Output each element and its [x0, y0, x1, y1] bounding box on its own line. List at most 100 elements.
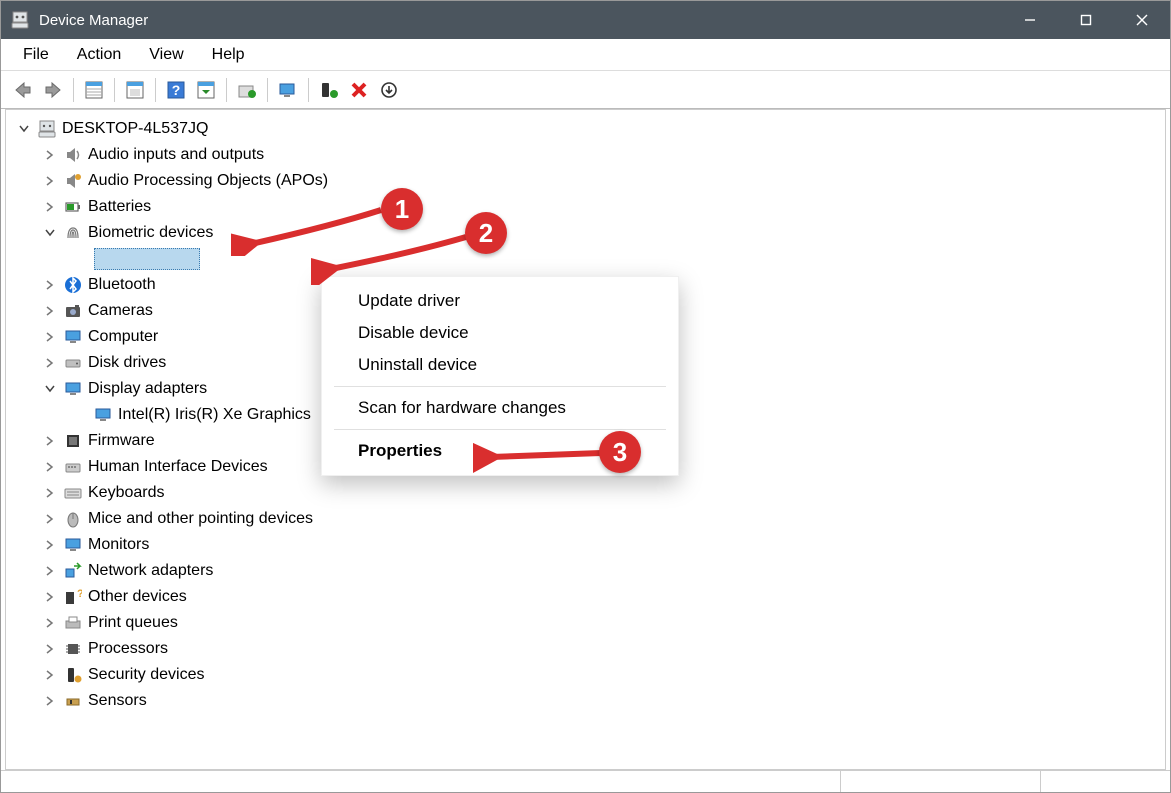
window-title: Device Manager: [39, 12, 1002, 29]
close-button[interactable]: [1114, 1, 1170, 39]
menu-help[interactable]: Help: [200, 42, 257, 68]
tree-item-label: Human Interface Devices: [88, 458, 268, 476]
tree-item-mice-and-other-pointing-devices[interactable]: Mice and other pointing devices: [6, 506, 1165, 532]
tree-item-batteries[interactable]: Batteries: [6, 194, 1165, 220]
expander-icon[interactable]: [42, 433, 58, 449]
tree-item-selected-device[interactable]: [6, 246, 1165, 272]
expander-icon[interactable]: [42, 147, 58, 163]
annotation-badge-1: 1: [381, 188, 423, 230]
statusbar: [1, 770, 1170, 792]
context-uninstall-device[interactable]: Uninstall device: [322, 349, 678, 381]
print-queues-icon: [64, 614, 82, 632]
expander-icon[interactable]: [42, 277, 58, 293]
expander-icon[interactable]: [42, 225, 58, 241]
computer-icon: [64, 328, 82, 346]
tree-item-sensors[interactable]: Sensors: [6, 688, 1165, 714]
forward-button[interactable]: [39, 76, 67, 104]
context-separator: [334, 386, 666, 387]
menu-file[interactable]: File: [11, 42, 61, 68]
menubar: File Action View Help: [1, 39, 1170, 71]
tree-item-audio-inputs-and-outputs[interactable]: Audio inputs and outputs: [6, 142, 1165, 168]
help-button[interactable]: ?: [162, 76, 190, 104]
processors-icon: [64, 640, 82, 658]
titlebar: Device Manager: [1, 1, 1170, 39]
tree-item-label: Computer: [88, 328, 158, 346]
svg-text:?: ?: [77, 588, 82, 600]
tree-item-label: Batteries: [88, 198, 151, 216]
expander-icon[interactable]: [42, 329, 58, 345]
context-update-driver[interactable]: Update driver: [322, 285, 678, 317]
root-icon: [38, 120, 56, 138]
biometric-devices-icon: [64, 224, 82, 242]
annotation-badge-3: 3: [599, 431, 641, 473]
keyboards-icon: [64, 484, 82, 502]
security-devices-icon: [64, 666, 82, 684]
tree-item-label: Biometric devices: [88, 224, 213, 242]
tree-item-label: DESKTOP-4L537JQ: [62, 120, 208, 138]
expander-icon[interactable]: [42, 381, 58, 397]
expander-icon[interactable]: [42, 563, 58, 579]
disk-drives-icon: [64, 354, 82, 372]
expander-icon[interactable]: [42, 199, 58, 215]
tree-item-print-queues[interactable]: Print queues: [6, 610, 1165, 636]
tree-item-audio-processing-objects-apos[interactable]: Audio Processing Objects (APOs): [6, 168, 1165, 194]
bluetooth-icon: [64, 276, 82, 294]
expander-icon[interactable]: [42, 667, 58, 683]
tree-item-root[interactable]: DESKTOP-4L537JQ: [6, 116, 1165, 142]
tree-item-processors[interactable]: Processors: [6, 636, 1165, 662]
tree-item-label: [94, 248, 200, 270]
expander-icon[interactable]: [42, 511, 58, 527]
batteries-icon: [64, 198, 82, 216]
properties-button[interactable]: [121, 76, 149, 104]
toolbar-separator: [155, 78, 156, 102]
context-disable-device[interactable]: Disable device: [322, 317, 678, 349]
tree-item-monitors[interactable]: Monitors: [6, 532, 1165, 558]
maximize-button[interactable]: [1058, 1, 1114, 39]
enable-device-button[interactable]: [315, 76, 343, 104]
expander-icon[interactable]: [16, 121, 32, 137]
tree-item-label: Audio inputs and outputs: [88, 146, 264, 164]
tree-item-label: Print queues: [88, 614, 178, 632]
expander-icon[interactable]: [42, 589, 58, 605]
tree-item-other-devices[interactable]: ?Other devices: [6, 584, 1165, 610]
scan-hardware-button[interactable]: [274, 76, 302, 104]
context-scan-hardware[interactable]: Scan for hardware changes: [322, 392, 678, 424]
disable-device-button[interactable]: [375, 76, 403, 104]
show-hide-tree-button[interactable]: [80, 76, 108, 104]
menu-view[interactable]: View: [137, 42, 195, 68]
network-adapters-icon: [64, 562, 82, 580]
expander-icon[interactable]: [42, 693, 58, 709]
toolbar-separator: [267, 78, 268, 102]
tree-item-biometric-devices[interactable]: Biometric devices: [6, 220, 1165, 246]
minimize-button[interactable]: [1002, 1, 1058, 39]
expander-icon[interactable]: [42, 173, 58, 189]
expander-icon[interactable]: [42, 459, 58, 475]
svg-text:?: ?: [172, 82, 181, 98]
window-controls: [1002, 1, 1170, 39]
expander-icon[interactable]: [42, 355, 58, 371]
audio-inputs-and-outputs-icon: [64, 146, 82, 164]
sensors-icon: [64, 692, 82, 710]
tree-item-network-adapters[interactable]: Network adapters: [6, 558, 1165, 584]
tree-item-security-devices[interactable]: Security devices: [6, 662, 1165, 688]
tree-item-label: Cameras: [88, 302, 153, 320]
tree-item-label: Intel(R) Iris(R) Xe Graphics: [118, 406, 311, 424]
tree-item-label: Keyboards: [88, 484, 165, 502]
uninstall-device-button[interactable]: [345, 76, 373, 104]
action-button[interactable]: [192, 76, 220, 104]
tree-item-label: Monitors: [88, 536, 149, 554]
expander-icon[interactable]: [42, 641, 58, 657]
menu-action[interactable]: Action: [65, 42, 133, 68]
tree-item-keyboards[interactable]: Keyboards: [6, 480, 1165, 506]
expander-icon[interactable]: [42, 485, 58, 501]
expander-icon[interactable]: [42, 303, 58, 319]
tree-item-label: Bluetooth: [88, 276, 156, 294]
tree-item-label: Sensors: [88, 692, 147, 710]
back-button[interactable]: [9, 76, 37, 104]
other-devices-icon: ?: [64, 588, 82, 606]
toolbar-separator: [308, 78, 309, 102]
update-driver-button[interactable]: [233, 76, 261, 104]
expander-icon[interactable]: [42, 537, 58, 553]
intel-r-iris-r-xe-graphics-icon: [94, 406, 112, 424]
expander-icon[interactable]: [42, 615, 58, 631]
